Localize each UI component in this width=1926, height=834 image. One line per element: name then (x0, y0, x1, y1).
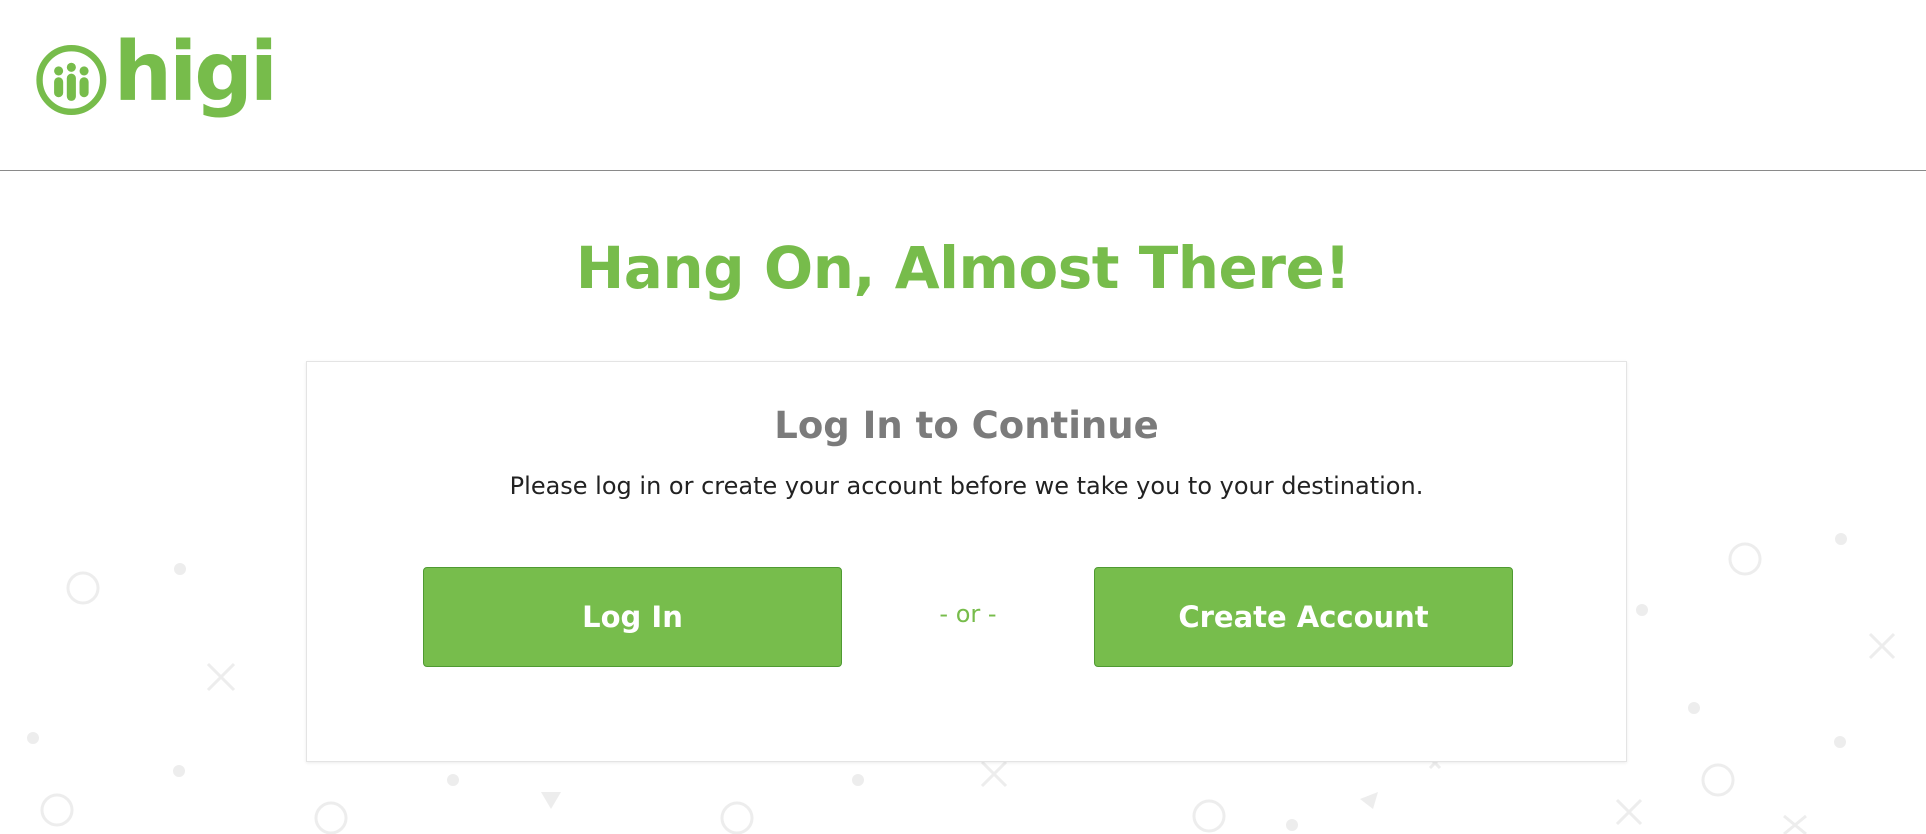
page: higi Hang On, Almost There! Log In to Co… (0, 0, 1926, 834)
login-button[interactable]: Log In (423, 567, 842, 667)
login-card: Log In to Continue Please log in or crea… (306, 361, 1627, 762)
higi-people-icon (36, 45, 107, 115)
higi-logo[interactable]: higi (35, 25, 278, 132)
page-title: Hang On, Almost There! (575, 234, 1351, 302)
create-account-button[interactable]: Create Account (1094, 567, 1513, 667)
or-separator: - or - (939, 600, 997, 628)
login-button-label: Log In (582, 600, 683, 634)
header: higi (0, 0, 1926, 171)
logo-wordmark: higi (113, 25, 278, 120)
card-title: Log In to Continue (774, 404, 1159, 447)
card-description: Please log in or create your account bef… (509, 472, 1424, 500)
create-account-button-label: Create Account (1178, 600, 1429, 634)
